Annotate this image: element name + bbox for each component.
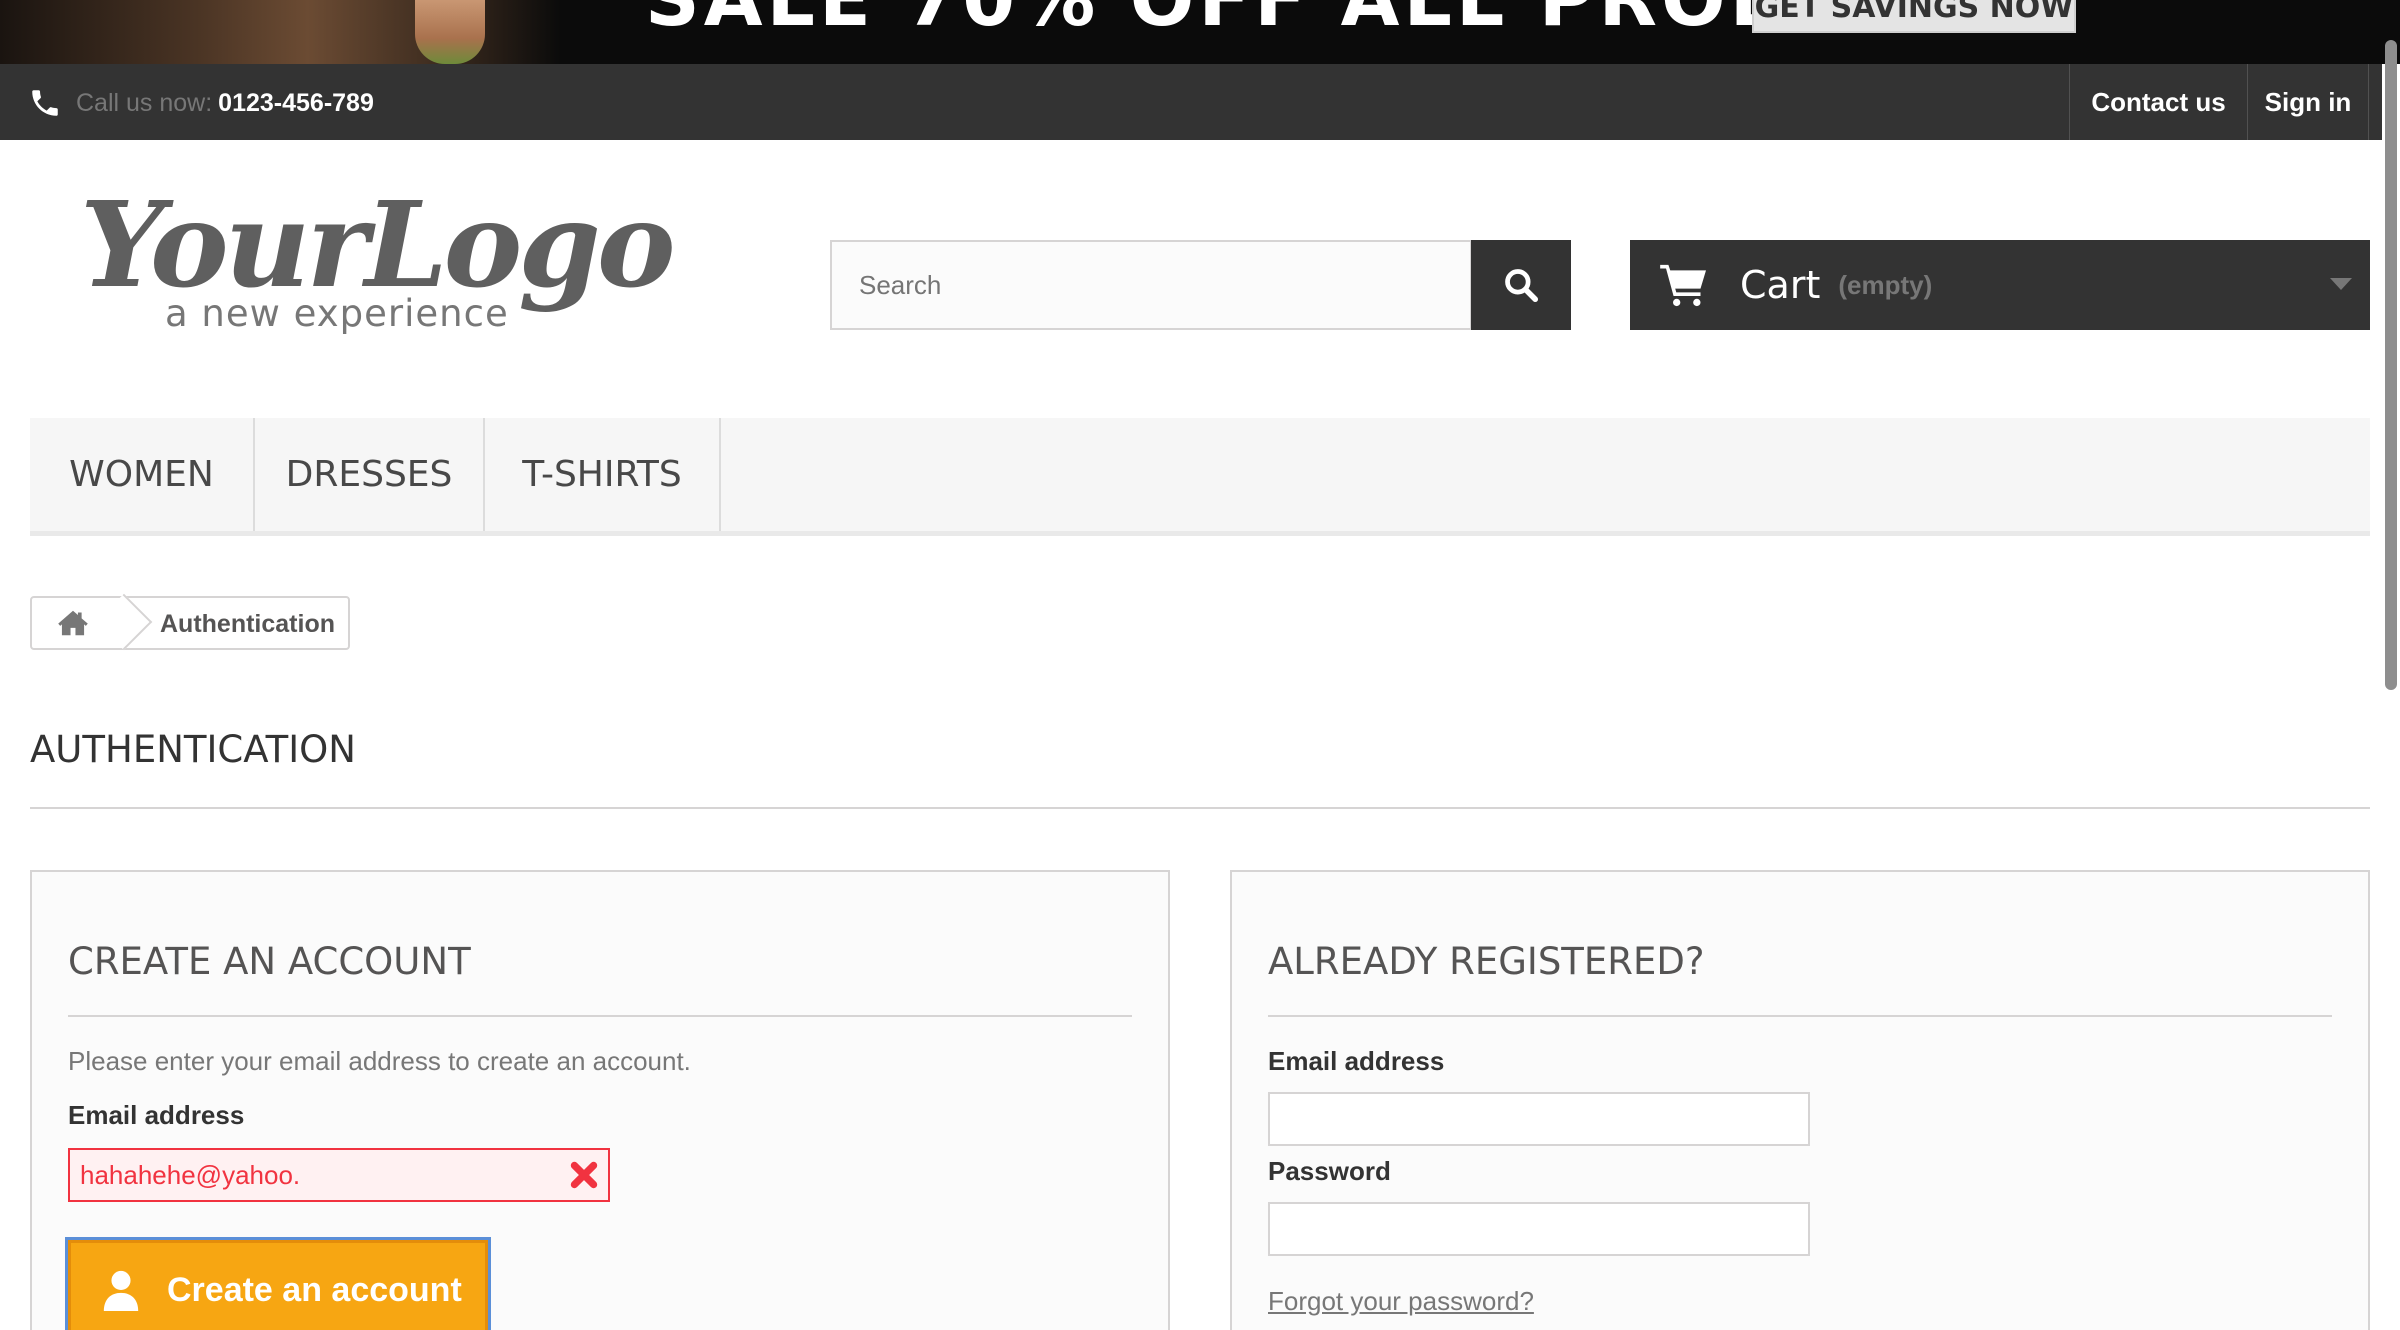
create-email-field[interactable] bbox=[68, 1148, 610, 1202]
contact-us-link[interactable]: Contact us bbox=[2069, 64, 2247, 140]
login-password-field[interactable] bbox=[1268, 1202, 1810, 1256]
menu-item-women[interactable]: WOMEN bbox=[30, 418, 255, 531]
search-button[interactable] bbox=[1471, 240, 1571, 330]
phone-icon bbox=[32, 90, 58, 116]
create-account-title: CREATE AN ACCOUNT bbox=[68, 940, 471, 983]
login-form: ALREADY REGISTERED? Email address Passwo… bbox=[1230, 870, 2370, 1330]
breadcrumb-home[interactable] bbox=[32, 598, 114, 648]
promo-button[interactable]: GET SAVINGS NOW bbox=[1752, 0, 2076, 33]
breadcrumb: Authentication bbox=[30, 593, 350, 651]
create-account-form: CREATE AN ACCOUNT Please enter your emai… bbox=[30, 870, 1170, 1330]
create-account-button-label: Create an account bbox=[167, 1270, 462, 1309]
promo-model-image bbox=[415, 0, 485, 64]
login-email-field[interactable] bbox=[1268, 1092, 1810, 1146]
scrollbar-thumb[interactable] bbox=[2385, 40, 2397, 690]
create-email-label: Email address bbox=[68, 1100, 245, 1130]
create-account-button[interactable]: Create an account bbox=[68, 1240, 488, 1330]
search-input[interactable] bbox=[830, 240, 1472, 330]
login-email-label: Email address bbox=[1268, 1046, 1445, 1076]
site-logo[interactable]: YourLogo a new experience bbox=[80, 180, 676, 360]
top-nav-bar: Call us now: 0123-456-789 Contact us Sig… bbox=[0, 64, 2400, 140]
user-icon bbox=[103, 1270, 139, 1311]
error-x-icon bbox=[570, 1161, 598, 1189]
cart-icon bbox=[1660, 264, 1706, 307]
title-divider bbox=[30, 807, 2370, 809]
call-us: Call us now: 0123-456-789 bbox=[28, 83, 374, 123]
phone-number: 0123-456-789 bbox=[218, 88, 374, 117]
menu-item-t-shirts[interactable]: T-SHIRTS bbox=[485, 418, 721, 531]
page-title: AUTHENTICATION bbox=[30, 728, 356, 771]
login-title: ALREADY REGISTERED? bbox=[1268, 940, 1705, 983]
sign-in-link[interactable]: Sign in bbox=[2247, 64, 2369, 140]
promo-banner[interactable]: SALE 70% OFF ALL PRODUCTS GET SAVINGS NO… bbox=[0, 0, 2400, 64]
search-icon bbox=[1505, 269, 1539, 303]
chevron-down-icon bbox=[2330, 278, 2352, 290]
logo-text: YourLogo bbox=[80, 175, 676, 314]
create-account-divider bbox=[68, 1015, 1132, 1017]
login-password-label: Password bbox=[1268, 1156, 1391, 1186]
create-account-description: Please enter your email address to creat… bbox=[68, 1046, 691, 1076]
home-icon bbox=[58, 610, 88, 636]
breadcrumb-current: Authentication bbox=[160, 610, 335, 638]
page-scrollbar[interactable] bbox=[2382, 40, 2400, 1330]
cart-label: Cart bbox=[1740, 263, 1821, 307]
logo-tagline: a new experience bbox=[165, 292, 509, 335]
main-menu: WOMEN DRESSES T-SHIRTS bbox=[30, 418, 2370, 536]
cart-status: (empty) bbox=[1838, 269, 1933, 300]
menu-item-dresses[interactable]: DRESSES bbox=[255, 418, 485, 531]
cart-dropdown[interactable]: Cart (empty) bbox=[1630, 240, 2370, 330]
call-label: Call us now: bbox=[76, 88, 213, 117]
login-divider bbox=[1268, 1015, 2332, 1017]
forgot-password-link[interactable]: Forgot your password? bbox=[1268, 1286, 1534, 1317]
